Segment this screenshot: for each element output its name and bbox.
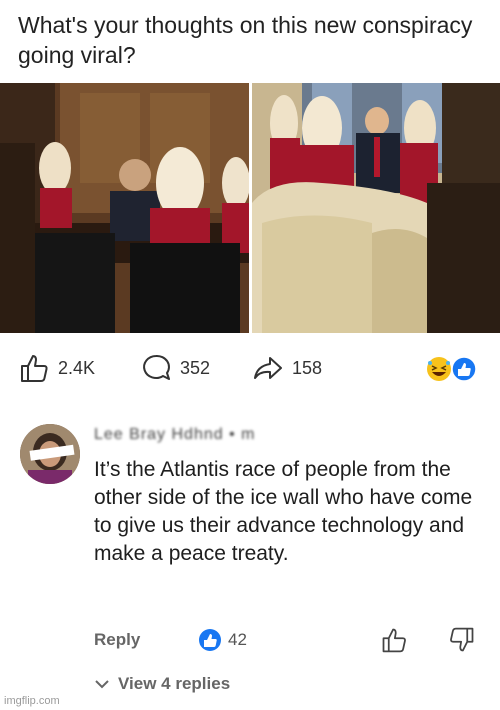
comment-author[interactable]: Lee Bray Hdhnd • m	[94, 426, 255, 444]
like-reaction-icon	[451, 356, 477, 382]
avatar[interactable]	[20, 424, 80, 484]
chevron-down-icon	[95, 680, 109, 689]
comment-bubble-icon	[143, 354, 170, 380]
reaction-icons[interactable]	[426, 356, 478, 382]
photo-left[interactable]	[0, 83, 249, 333]
like-button[interactable]: 2.4K	[18, 350, 95, 386]
comment-count: 352	[180, 357, 211, 378]
like-count: 2.4K	[58, 357, 96, 378]
comment-likes[interactable]: 42	[198, 628, 247, 652]
thumbs-up-icon	[21, 355, 48, 382]
share-arrow-icon	[254, 357, 282, 379]
view-replies-label: View 4 replies	[118, 674, 231, 693]
view-replies-button[interactable]: View 4 replies	[94, 674, 230, 694]
share-count: 158	[292, 357, 323, 378]
post-photos[interactable]	[0, 83, 500, 333]
post-actions: 2.4K 352 158	[0, 350, 500, 386]
comment-button[interactable]: 352	[140, 350, 210, 386]
downvote-button[interactable]	[448, 626, 476, 654]
watermark: imgflip.com	[4, 695, 60, 707]
like-reaction-icon	[199, 629, 221, 651]
thumbs-down-icon	[450, 627, 474, 652]
comment-text: It’s the Atlantis race of people from th…	[94, 458, 473, 565]
reply-button[interactable]: Reply	[94, 630, 140, 650]
post-title: What's your thoughts on this new conspir…	[18, 12, 473, 68]
upvote-button[interactable]	[380, 626, 408, 654]
comment-footer: Reply 42	[0, 626, 500, 656]
comment-like-count: 42	[228, 630, 247, 649]
photo-right[interactable]	[252, 83, 500, 333]
thumbs-up-icon	[382, 628, 406, 653]
share-button[interactable]: 158	[252, 350, 322, 386]
laughing-emoji-icon	[427, 357, 451, 381]
